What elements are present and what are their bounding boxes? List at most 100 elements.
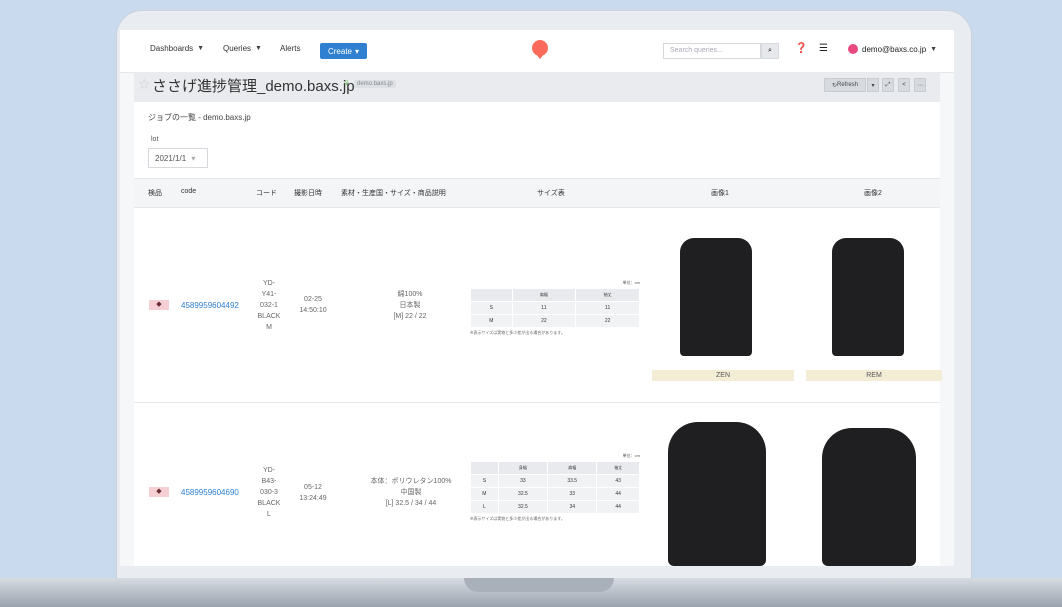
redash-logo-icon[interactable] bbox=[532, 40, 548, 59]
widget-title: ジョブの一覧 - demo.baxs.jp bbox=[148, 113, 251, 122]
size-note: ※表示サイズは実物と多少差が出る場合があります。 bbox=[470, 330, 565, 335]
item-code: YD- B43- 030-3 BLACK L bbox=[252, 465, 286, 520]
nav-queries[interactable]: Queries ▼ bbox=[223, 44, 262, 53]
chevron-down-icon: ▼ bbox=[197, 45, 205, 52]
search-input[interactable]: Search queries... bbox=[663, 43, 761, 59]
shoot-date: 05-12 bbox=[304, 484, 322, 491]
image-2-caption: REM bbox=[806, 370, 942, 381]
material-line: 日本製 bbox=[399, 302, 421, 309]
size-cell: M bbox=[470, 314, 513, 328]
chevron-down-icon: ▼ bbox=[930, 45, 938, 53]
size-grid: 身幅 肩幅 袖丈 S 33 33.5 43 M 32.5 33 44 L 32.… bbox=[470, 461, 640, 514]
page-title: ささげ進捗管理_demo.baxs.jp bbox=[152, 78, 355, 95]
size-header-cell: 肩幅 bbox=[547, 461, 598, 475]
item-code-line: YD- bbox=[262, 467, 276, 474]
refresh-button[interactable]: ↻ Refresh bbox=[824, 78, 866, 92]
lot-filter-value: 2021/1/1 bbox=[155, 154, 187, 163]
user-menu[interactable]: demo@baxs.co.jp ▼ bbox=[848, 44, 937, 54]
size-unit: 単位：cm bbox=[622, 453, 640, 458]
product-code-link[interactable]: 4589959604690 bbox=[181, 488, 239, 497]
size-cell: S bbox=[470, 301, 513, 315]
lot-filter-label: lot bbox=[151, 136, 159, 143]
chevron-down-icon: ▾ bbox=[191, 154, 196, 163]
size-cell: 32.5 bbox=[497, 500, 549, 514]
product-image-2[interactable] bbox=[832, 238, 904, 356]
nav-queries-label: Queries bbox=[223, 44, 252, 53]
item-code-line: BLACK bbox=[257, 313, 281, 320]
refresh-label: Refresh bbox=[837, 82, 859, 88]
inspection-badge-icon[interactable]: ◆ bbox=[149, 487, 169, 497]
product-image-2[interactable] bbox=[822, 428, 916, 566]
column-header[interactable]: code bbox=[181, 188, 196, 195]
size-cell: 43 bbox=[596, 474, 640, 488]
browser-screen: Dashboards ▼ Queries ▼ Alerts Create ▾ S… bbox=[120, 30, 954, 566]
size-header-cell: 袖丈 bbox=[596, 461, 640, 475]
size-cell: L bbox=[470, 500, 499, 514]
size-cell: 33 bbox=[497, 474, 549, 488]
inspection-badge-icon[interactable]: ◆ bbox=[149, 300, 169, 310]
size-cell: 22 bbox=[511, 314, 577, 328]
help-icon[interactable]: ❓ bbox=[795, 43, 807, 54]
fullscreen-icon[interactable]: ⤢ bbox=[882, 78, 894, 92]
item-code-line: 030-3 bbox=[260, 489, 278, 496]
size-cell: 33.5 bbox=[547, 474, 598, 488]
item-code-line: L bbox=[267, 511, 271, 518]
size-cell: M bbox=[470, 487, 499, 501]
column-header[interactable]: 画像2 bbox=[864, 188, 882, 198]
tag-icon: ⚘ bbox=[343, 79, 351, 88]
size-unit: 単位：cm bbox=[622, 280, 640, 285]
size-cell: 11 bbox=[575, 301, 640, 315]
settings-sliders-icon[interactable]: ☰ bbox=[819, 43, 828, 54]
size-cell: 34 bbox=[547, 500, 598, 514]
material-line: [L] 32.5 / 34 / 44 bbox=[385, 500, 437, 507]
favorite-star-icon[interactable]: ☆ bbox=[138, 76, 151, 93]
shoot-time: 14:50:10 bbox=[299, 307, 327, 314]
nav-alerts[interactable]: Alerts bbox=[280, 44, 300, 53]
shoot-time: 13:24:49 bbox=[299, 495, 327, 502]
product-image-1[interactable] bbox=[680, 238, 752, 356]
nav-dashboards[interactable]: Dashboards ▼ bbox=[150, 44, 204, 53]
item-code: YD- Y41- 032-1 BLACK M bbox=[252, 278, 286, 333]
size-cell: 32.5 bbox=[497, 487, 549, 501]
size-header-cell bbox=[470, 461, 499, 475]
shoot-date: 02-25 bbox=[304, 296, 322, 303]
chevron-down-icon: ▾ bbox=[355, 46, 360, 56]
lot-filter-select[interactable]: 2021/1/1 ▾ bbox=[148, 148, 208, 168]
size-header-cell: 袖丈 bbox=[575, 288, 640, 302]
material-line: 中国製 bbox=[400, 489, 422, 496]
avatar bbox=[848, 44, 858, 54]
column-header[interactable]: 画像1 bbox=[711, 188, 729, 198]
search-icon[interactable]: ⌕ bbox=[761, 43, 779, 59]
refresh-dropdown-button[interactable]: ▾ bbox=[867, 78, 879, 92]
size-header-cell: 肩幅 bbox=[511, 288, 577, 302]
column-header[interactable]: 検品 bbox=[148, 188, 162, 198]
size-cell: S bbox=[470, 474, 499, 488]
item-code-line: Y41- bbox=[261, 291, 277, 298]
size-cell: 22 bbox=[575, 314, 640, 328]
share-icon[interactable]: < bbox=[898, 78, 910, 92]
material-line: [M] 22 / 22 bbox=[393, 313, 427, 320]
column-header[interactable]: サイズ表 bbox=[537, 188, 565, 198]
material-info: 綿100% 日本製 [M] 22 / 22 bbox=[355, 289, 465, 322]
create-button[interactable]: Create ▾ bbox=[320, 43, 367, 59]
user-email: demo@baxs.co.jp bbox=[862, 44, 927, 54]
column-header[interactable]: 素材・生産国・サイズ・商品説明 bbox=[341, 188, 446, 198]
material-line: 本体：ポリウレタン100% bbox=[370, 478, 452, 485]
size-cell: 33 bbox=[547, 487, 598, 501]
nav-dashboards-label: Dashboards bbox=[150, 44, 194, 53]
more-icon[interactable]: ⋯ bbox=[914, 78, 926, 92]
item-code-line: M bbox=[266, 324, 272, 331]
size-table: 単位：cm 身幅 肩幅 袖丈 S 33 33.5 43 M 32.5 33 44 bbox=[470, 453, 640, 522]
column-header[interactable]: コード bbox=[256, 188, 277, 198]
product-code-link[interactable]: 4589959604492 bbox=[181, 301, 239, 310]
shoot-datetime: 05-12 13:24:49 bbox=[288, 482, 338, 504]
item-code-line: B43- bbox=[261, 478, 277, 485]
size-table: 単位：cm 肩幅 袖丈 S 11 11 M 22 22 ※表示サイズは実物と多少… bbox=[470, 280, 640, 336]
nav-alerts-label: Alerts bbox=[280, 44, 301, 53]
column-header[interactable]: 撮影日時 bbox=[294, 188, 322, 198]
size-cell: 44 bbox=[596, 500, 640, 514]
chevron-down-icon: ▼ bbox=[255, 45, 262, 52]
product-image-1[interactable] bbox=[668, 422, 766, 566]
material-info: 本体：ポリウレタン100% 中国製 [L] 32.5 / 34 / 44 bbox=[346, 476, 476, 509]
row-divider bbox=[134, 402, 940, 403]
